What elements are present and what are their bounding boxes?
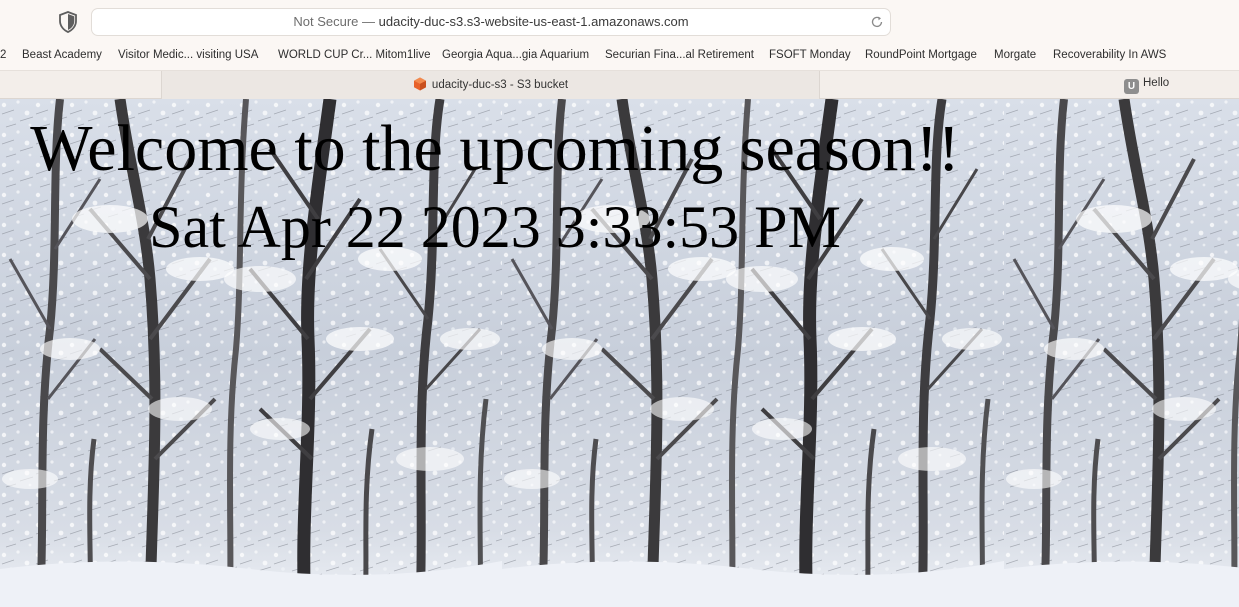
tab-title: Hello xyxy=(1143,77,1170,89)
tab-bar: udacity-duc-s3 - S3 bucket U Hello xyxy=(0,70,1239,99)
tab-hello[interactable]: U Hello xyxy=(1124,77,1169,94)
not-secure-label: Not Secure — xyxy=(293,14,376,29)
bookmark-item[interactable]: Georgia Aqua...gia Aquarium xyxy=(442,49,589,61)
bookmark-item[interactable]: Recoverability In AWS xyxy=(1053,49,1166,61)
bookmark-item[interactable]: 2 xyxy=(0,49,6,61)
privacy-shield-icon[interactable] xyxy=(58,11,78,33)
aws-s3-icon xyxy=(413,77,426,91)
bookmark-item[interactable]: Visitor Medic... visiting USA xyxy=(118,49,258,61)
web-page-content: Welcome to the upcoming season!! Sat Apr… xyxy=(0,99,1239,607)
bookmark-item[interactable]: Securian Fina...al Retirement xyxy=(605,49,754,61)
bookmarks-bar: 2 Beast Academy Visitor Medic... visitin… xyxy=(0,44,1239,70)
url-text: udacity-duc-s3.s3-website-us-east-1.amaz… xyxy=(378,14,689,29)
bookmark-item[interactable]: Beast Academy xyxy=(22,49,102,61)
welcome-heading: Welcome to the upcoming season!! xyxy=(30,112,960,185)
reload-icon[interactable] xyxy=(870,15,884,29)
bookmark-item[interactable]: FSOFT Monday xyxy=(769,49,851,61)
browser-toolbar: Not Secure — udacity-duc-s3.s3-website-u… xyxy=(0,0,1239,44)
bookmark-item[interactable]: Morgate xyxy=(994,49,1036,61)
bookmark-item[interactable]: WORLD CUP Cr... Mitom1live xyxy=(278,49,431,61)
tab-title: udacity-duc-s3 - S3 bucket xyxy=(431,79,569,91)
tab-s3-bucket[interactable]: udacity-duc-s3 - S3 bucket xyxy=(162,71,820,99)
u-favicon-icon: U xyxy=(1124,79,1139,94)
address-bar[interactable]: Not Secure — udacity-duc-s3.s3-website-u… xyxy=(91,8,891,36)
bookmark-item[interactable]: RoundPoint Mortgage xyxy=(865,49,977,61)
tab-empty-area xyxy=(0,71,162,99)
current-datetime: Sat Apr 22 2023 3:33:53 PM xyxy=(149,194,841,260)
